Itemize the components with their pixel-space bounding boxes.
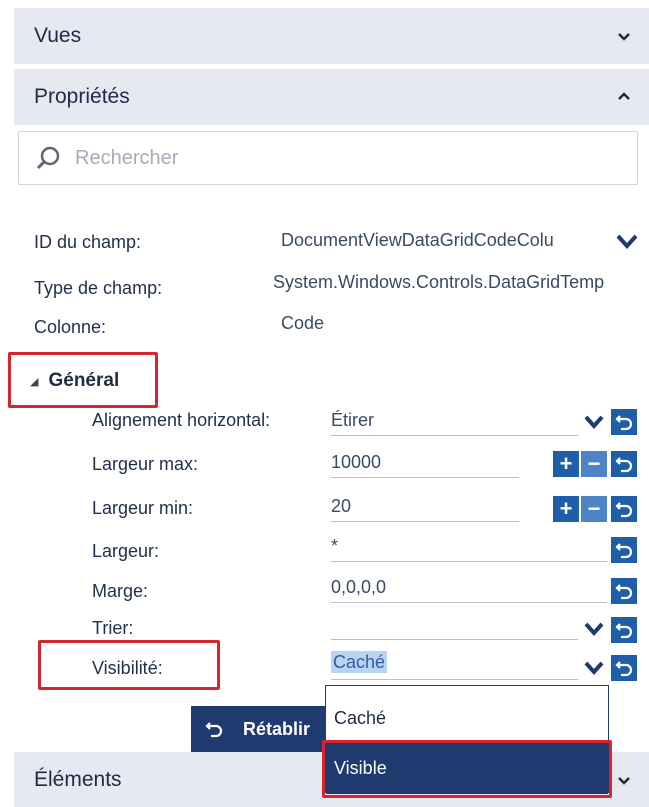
reset-alignment-button[interactable] (611, 409, 637, 435)
section-title-elements: Éléments (34, 767, 122, 791)
row-value-max-width[interactable]: 10000 (331, 452, 519, 478)
row-value-width[interactable]: * (331, 536, 607, 562)
visibility-selected-value: Caché (331, 651, 388, 673)
row-value-margin[interactable]: 0,0,0,0 (331, 577, 607, 603)
undo-icon (615, 584, 633, 600)
row-value-min-width[interactable]: 20 (331, 496, 519, 522)
highlight-box-visibility (38, 640, 220, 690)
reset-width-button[interactable] (611, 537, 637, 563)
chevron-down-icon[interactable] (615, 230, 639, 252)
field-label-type: Type de champ: (34, 278, 163, 298)
visibility-select[interactable]: Caché (331, 651, 578, 680)
section-header-properties[interactable]: Propriétés (14, 69, 649, 125)
reset-max-width-button[interactable] (611, 451, 637, 477)
row-label-width: Largeur: (92, 541, 160, 561)
reset-sort-button[interactable] (611, 617, 637, 643)
search-placeholder: Rechercher (75, 146, 179, 169)
field-value-type: System.Windows.Controls.DataGridTemp (273, 272, 605, 292)
decrement-min-width-button[interactable]: − (581, 496, 607, 522)
dropdown-option-hidden[interactable]: Caché (326, 692, 608, 744)
row-label-alignment: Alignement horizontal: (92, 410, 271, 430)
section-header-views[interactable]: Vues (14, 8, 649, 64)
undo-icon (615, 415, 633, 431)
reset-all-label: Rétablir (243, 718, 311, 739)
reset-margin-button[interactable] (611, 578, 637, 604)
field-label-column: Colonne: (34, 317, 107, 337)
search-input[interactable]: Rechercher (18, 131, 638, 185)
chevron-down-icon (618, 33, 630, 41)
highlight-box-general (8, 352, 158, 408)
chevron-down-icon[interactable] (583, 657, 605, 679)
row-label-min-width: Largeur min: (92, 498, 194, 518)
increment-max-width-button[interactable]: + (553, 451, 579, 477)
decrement-max-width-button[interactable]: − (581, 451, 607, 477)
section-title-views: Vues (34, 24, 82, 47)
increment-min-width-button[interactable]: + (553, 496, 579, 522)
undo-icon (615, 543, 633, 559)
reset-all-button[interactable]: Rétablir (191, 706, 325, 752)
row-value-sort[interactable] (331, 614, 578, 640)
undo-icon (615, 661, 633, 677)
row-label-max-width: Largeur max: (92, 454, 199, 474)
row-label-sort: Trier: (92, 618, 134, 638)
reset-visibility-button[interactable] (611, 655, 637, 681)
field-label-id: ID du champ: (34, 232, 142, 252)
chevron-down-icon (618, 776, 630, 785)
undo-icon (615, 457, 633, 473)
search-icon (36, 146, 60, 170)
undo-icon (615, 623, 633, 639)
field-value-id[interactable]: DocumentViewDataGridCodeColu (281, 230, 608, 251)
highlight-box-visible-option (322, 740, 612, 798)
chevron-up-icon (618, 92, 630, 100)
row-label-margin: Marge: (92, 581, 149, 601)
chevron-down-icon[interactable] (583, 411, 605, 433)
undo-icon (615, 502, 633, 518)
undo-icon (205, 722, 223, 738)
row-value-alignment[interactable]: Étirer (331, 410, 578, 436)
field-value-column: Code (281, 313, 325, 333)
reset-min-width-button[interactable] (611, 496, 637, 522)
section-title-properties: Propriétés (34, 85, 130, 108)
chevron-down-icon[interactable] (583, 618, 605, 640)
